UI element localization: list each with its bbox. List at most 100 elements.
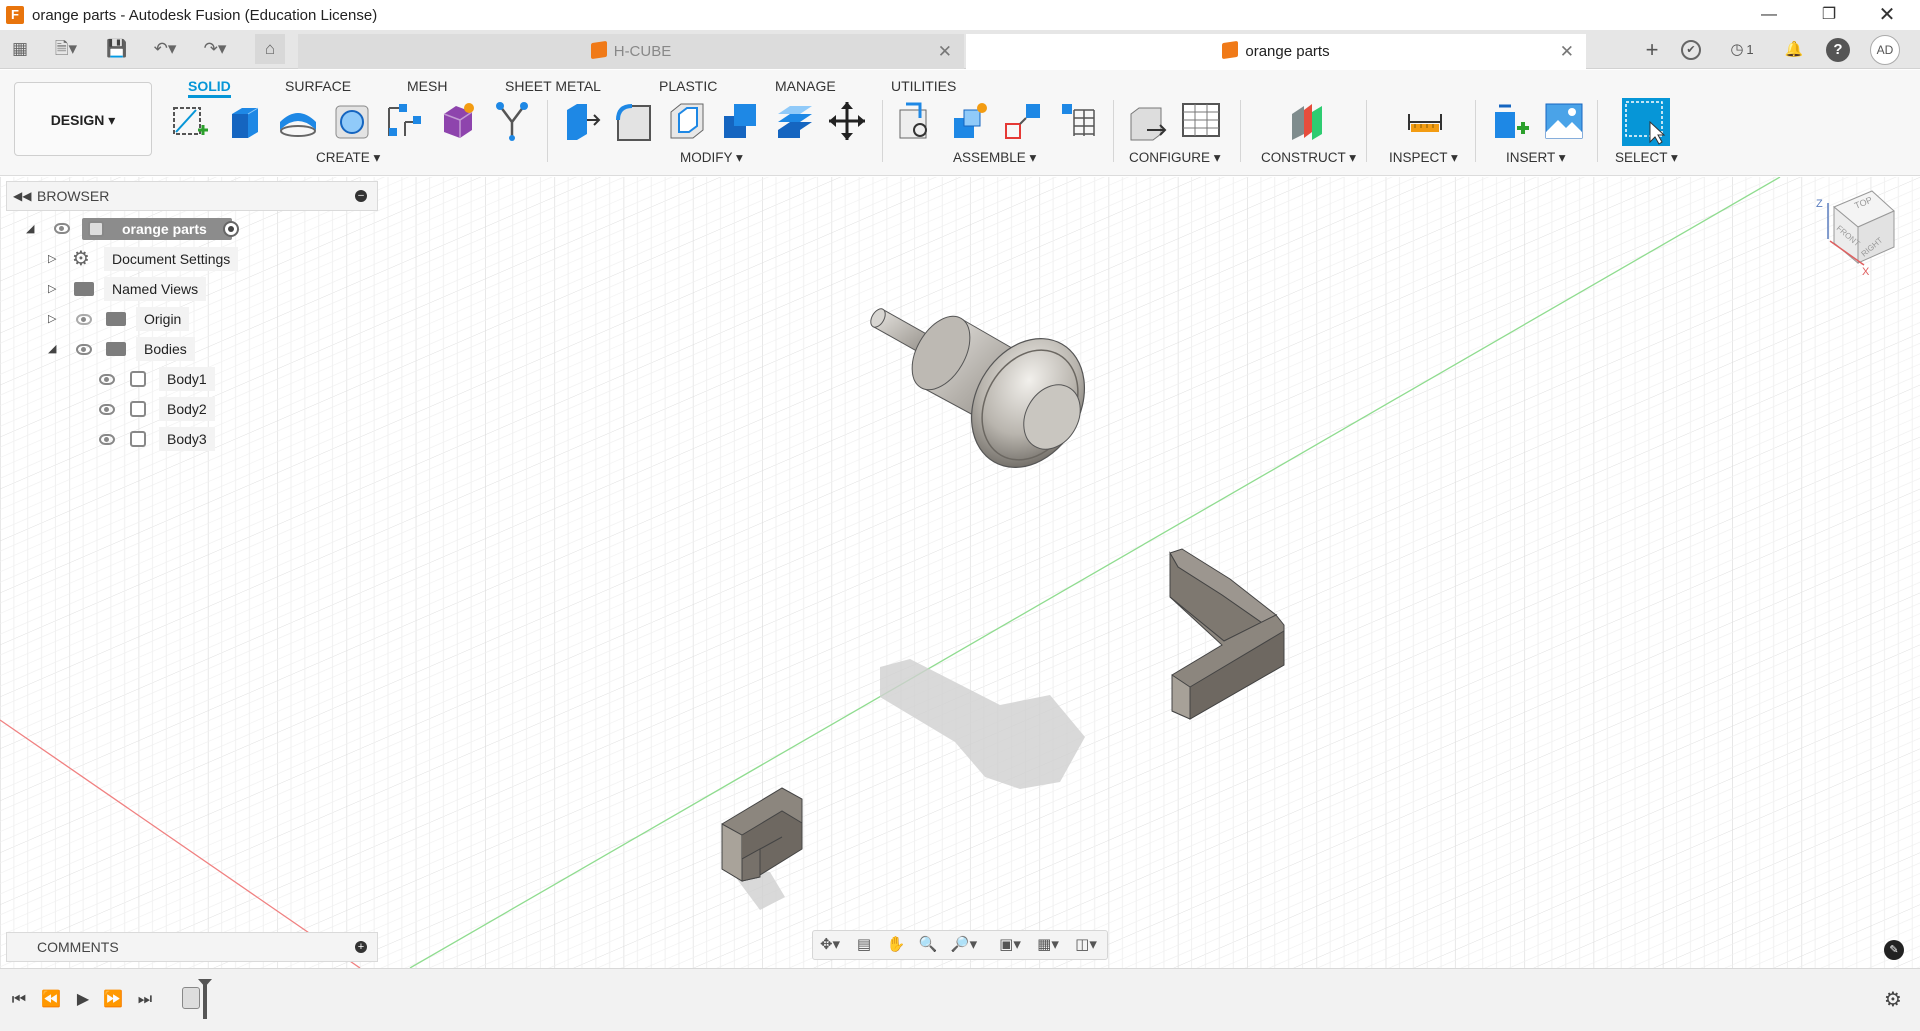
fillet-icon[interactable] <box>614 100 654 142</box>
go-to-end-icon[interactable]: ⏭ <box>134 989 156 1011</box>
assemble-menu[interactable]: ASSEMBLE ▾ <box>953 150 1036 166</box>
derive-icon[interactable] <box>492 100 532 142</box>
select-menu[interactable]: SELECT ▾ <box>1615 150 1678 166</box>
zoom-icon[interactable]: 🔍 <box>917 935 939 955</box>
select-icon[interactable] <box>1622 98 1670 146</box>
tab-orange-parts[interactable]: orange parts ✕ <box>966 34 1586 69</box>
collapse-icon[interactable]: ◢ <box>26 217 34 241</box>
visibility-eye-icon[interactable] <box>76 344 92 355</box>
form-icon[interactable] <box>438 100 478 142</box>
look-at-icon[interactable]: ▤ <box>853 935 875 955</box>
shell-icon[interactable] <box>667 100 707 142</box>
modify-menu[interactable]: MODIFY ▾ <box>680 150 743 166</box>
collapse-icon[interactable]: ◢ <box>48 337 56 361</box>
step-forward-icon[interactable]: ⏩ <box>102 989 124 1011</box>
browser-item-document-settings[interactable]: ▷ ⚙ Document Settings <box>46 247 256 271</box>
new-tab-icon[interactable]: + <box>1640 38 1664 62</box>
orbit-icon[interactable]: ✥▾ <box>819 935 841 955</box>
pattern-icon[interactable] <box>385 100 425 142</box>
configure-icon[interactable] <box>1127 100 1167 142</box>
notifications-icon[interactable]: 🔔 <box>1782 38 1806 62</box>
browser-item-body1[interactable]: Body1 <box>92 367 222 391</box>
create-sketch-icon[interactable] <box>170 100 210 142</box>
fit-icon[interactable]: 🔎▾ <box>949 935 979 955</box>
combine-icon[interactable] <box>720 100 760 142</box>
configure-menu[interactable]: CONFIGURE ▾ <box>1129 150 1221 166</box>
close-icon[interactable]: ✕ <box>1864 0 1910 30</box>
tab-h-cube[interactable]: H-CUBE ✕ <box>298 34 964 69</box>
browser-item-body3[interactable]: Body3 <box>92 427 222 451</box>
collapse-panel-icon[interactable]: ◀◀ <box>13 182 31 210</box>
undo-icon[interactable]: ↶▾ <box>146 38 184 60</box>
joint-icon[interactable] <box>950 100 990 142</box>
save-icon[interactable]: 💾 <box>106 38 128 60</box>
browser-panel-header[interactable]: ◀◀ BROWSER – <box>6 181 378 211</box>
inspect-menu[interactable]: INSPECT ▾ <box>1389 150 1458 166</box>
create-menu[interactable]: CREATE ▾ <box>316 150 380 166</box>
timeline-settings-gear-icon[interactable]: ⚙ <box>1882 989 1904 1011</box>
viewports-icon[interactable]: ◫▾ <box>1071 935 1101 955</box>
browser-root-item[interactable]: ◢ orange parts <box>20 217 250 241</box>
insert-canvas-icon[interactable] <box>1544 100 1584 142</box>
comments-panel[interactable]: COMMENTS + <box>6 932 378 962</box>
add-comment-icon[interactable]: + <box>355 941 367 953</box>
pan-icon[interactable]: ✋ <box>885 935 907 955</box>
move-icon[interactable] <box>827 100 867 142</box>
hole-icon[interactable] <box>332 100 372 142</box>
browser-item-body2[interactable]: Body2 <box>92 397 222 421</box>
tab-plastic[interactable]: PLASTIC <box>659 74 717 98</box>
file-menu-icon[interactable]: 🗎▾ <box>48 38 84 60</box>
display-settings-icon[interactable]: ▣▾ <box>995 935 1025 955</box>
visibility-eye-icon[interactable] <box>99 404 115 415</box>
home-icon[interactable]: ⌂ <box>255 34 285 64</box>
close-tab-icon[interactable]: ✕ <box>1560 34 1574 69</box>
timeline-feature-icon[interactable] <box>182 987 200 1009</box>
tab-solid[interactable]: SOLID <box>188 74 231 98</box>
insert-derive-icon[interactable] <box>1491 100 1531 142</box>
job-status-icon[interactable]: ◷ 1 <box>1722 38 1762 62</box>
expand-icon[interactable]: ▷ <box>48 307 56 331</box>
play-icon[interactable]: ▶ <box>72 989 94 1011</box>
pen-icon[interactable]: ✎ <box>1884 940 1904 960</box>
visibility-eye-icon[interactable] <box>99 434 115 445</box>
measure-icon[interactable] <box>1405 100 1445 142</box>
close-tab-icon[interactable]: ✕ <box>938 34 952 69</box>
insert-menu[interactable]: INSERT ▾ <box>1506 150 1566 166</box>
hidden-eye-icon[interactable] <box>76 314 92 325</box>
browser-options-icon[interactable]: – <box>355 190 367 202</box>
new-component-icon[interactable] <box>896 100 936 142</box>
expand-icon[interactable]: ▷ <box>48 247 56 271</box>
help-icon[interactable]: ? <box>1826 38 1850 62</box>
minimize-icon[interactable]: — <box>1746 0 1792 30</box>
offset-face-icon[interactable] <box>774 100 814 142</box>
press-pull-icon[interactable] <box>561 100 601 142</box>
configuration-table-icon[interactable] <box>1181 100 1221 142</box>
apps-grid-icon[interactable]: ▦ <box>9 38 31 60</box>
restore-icon[interactable]: ❐ <box>1806 0 1852 30</box>
construct-menu[interactable]: CONSTRUCT ▾ <box>1261 150 1356 166</box>
offset-plane-icon[interactable] <box>1286 100 1326 142</box>
extensions-icon[interactable]: ✔ <box>1681 40 1701 60</box>
tab-mesh[interactable]: MESH <box>407 74 447 98</box>
grid-settings-icon[interactable]: ▦▾ <box>1033 935 1063 955</box>
step-back-icon[interactable]: ⏪ <box>40 989 62 1011</box>
bill-of-materials-icon[interactable] <box>1058 100 1098 142</box>
extrude-icon[interactable] <box>224 100 264 142</box>
expand-icon[interactable]: ▷ <box>48 277 56 301</box>
canvas-viewport[interactable]: TOP FRONT RIGHT Z X <box>0 177 1920 968</box>
revolve-icon[interactable] <box>278 100 318 142</box>
model-canvas[interactable]: TOP FRONT RIGHT Z X <box>0 177 1920 968</box>
browser-item-named-views[interactable]: ▷ Named Views <box>46 277 256 301</box>
user-avatar[interactable]: AD <box>1870 35 1900 65</box>
go-to-start-icon[interactable]: ⏮ <box>8 989 30 1011</box>
visibility-eye-icon[interactable] <box>54 223 70 234</box>
browser-item-bodies[interactable]: ◢ Bodies <box>46 337 256 361</box>
redo-icon[interactable]: ↷▾ <box>196 38 234 60</box>
tab-sheet-metal[interactable]: SHEET METAL <box>505 74 601 98</box>
workspace-switcher[interactable]: DESIGN ▾ <box>14 82 152 156</box>
tab-manage[interactable]: MANAGE <box>775 74 836 98</box>
tab-surface[interactable]: SURFACE <box>285 74 351 98</box>
as-built-joint-icon[interactable] <box>1004 100 1044 142</box>
visibility-eye-icon[interactable] <box>99 374 115 385</box>
tab-utilities[interactable]: UTILITIES <box>891 74 956 98</box>
